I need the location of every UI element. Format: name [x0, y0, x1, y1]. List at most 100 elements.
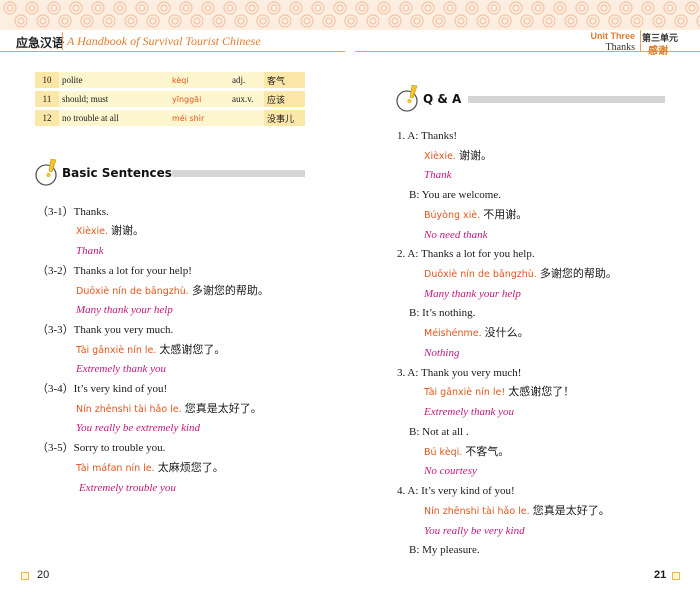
dialogue-line: B: My pleasure. [409, 543, 480, 557]
speaker-label: 1. A: [397, 130, 419, 142]
dialogue-text: It’s nothing. [422, 307, 476, 319]
speaker-label: 4. A: [397, 485, 419, 497]
qa-heading: Q & A [396, 84, 666, 114]
dialogue-text: Thanks! [420, 130, 458, 142]
dialogue-literal-translation: You really be very kind [424, 525, 525, 537]
speaker-label: 3. A: [397, 367, 419, 379]
dialogue-text: Not at all . [422, 426, 469, 438]
sentence-text: It’s very kind of you! [73, 383, 168, 395]
dialogue-literal-translation: Extremely thank you [424, 406, 514, 418]
pinyin-text: Nín zhēnshi tài hǎo le. [424, 506, 530, 517]
sentence-text: Thanks a lot for your help! [73, 265, 192, 277]
pinyin-text: Duōxiè nín de bāngzhù. [76, 286, 189, 297]
dialogue-text: You are welcome. [421, 189, 501, 201]
dialogue-text: Thanks a lot for you help. [420, 248, 535, 260]
chinese-text: 不客气。 [465, 445, 510, 458]
chinese-text: 不用谢。 [483, 208, 528, 221]
page-marker-square [672, 572, 680, 580]
dialogue-literal-translation: Thank [424, 169, 452, 181]
table-row: 10 polite kèqi adj. 客气 [35, 72, 305, 88]
chinese-text: 多谢您的帮助。 [539, 267, 617, 280]
book-title-chinese: 应急汉语 [16, 36, 65, 50]
dialogue-literal-translation: No courtesy [424, 465, 477, 477]
chinese-text: 谢谢。 [458, 149, 492, 162]
vocab-meaning: polite [59, 72, 169, 88]
speaker-label: B: [409, 426, 420, 438]
decorative-cloud-pattern [0, 0, 700, 30]
vocab-pinyin: yīnggāi [169, 91, 229, 107]
sentence-text: Thanks. [73, 206, 109, 218]
topic-chinese: 感谢 [648, 46, 668, 57]
section-title: Basic Sentences: [62, 166, 177, 180]
sentence-text: Thank you very much. [73, 324, 174, 336]
vocab-number: 11 [35, 91, 59, 107]
dialogue-pinyin: Bú kèqi. 不客气。 [424, 445, 509, 460]
sentence-number: （3-1） [37, 206, 74, 218]
vocab-meaning: no trouble at all [59, 110, 169, 126]
vocab-pinyin: kèqi [169, 72, 229, 88]
vocab-number: 12 [35, 110, 59, 126]
chinese-text: 多谢您的帮助。 [191, 284, 269, 297]
sentence-text: Sorry to trouble you. [73, 442, 166, 454]
sentence-number: （3-2） [37, 265, 74, 277]
vocab-chinese: 没事儿 [264, 110, 305, 126]
unit-label-english: Unit Three [590, 31, 635, 41]
vocabulary-table: 10 polite kèqi adj. 客气 11 should; must y… [35, 69, 305, 129]
dialogue-pinyin: Tài gǎnxiè nín le! 太感谢您了！ [424, 385, 574, 400]
chinese-text: 太感谢您了！ [508, 385, 575, 398]
dialogue-text: My pleasure. [422, 544, 480, 556]
sentence-literal-translation: You really be extremely kind [76, 422, 201, 434]
pinyin-text: Nín zhēnshi tài hǎo le. [76, 404, 182, 415]
sentence-pinyin: Duōxiè nín de bāngzhù. 多谢您的帮助。 [76, 284, 269, 299]
chinese-text: 没什么。 [484, 326, 529, 339]
exclamation-bulb-icon [396, 84, 418, 112]
sentence-literal-translation: Extremely thank you [76, 363, 166, 375]
sentence-literal-translation: Thank [76, 245, 104, 257]
dialogue-pinyin: Nín zhēnshi tài hǎo le. 您真是太好了。 [424, 504, 610, 519]
page-number-right: 21 [654, 569, 667, 581]
dialogue-literal-translation: Many thank your help [424, 288, 521, 300]
section-title: Q & A [423, 92, 462, 106]
vocab-chinese: 客气 [264, 72, 305, 88]
sentence-english: （3-1）Thanks. [37, 205, 109, 219]
chinese-text: 您真是太好了。 [184, 402, 262, 415]
dialogue-line: 3. A: Thank you very much! [397, 366, 521, 380]
sentence-pinyin: Tài máfan nín le. 太麻烦您了。 [76, 461, 224, 476]
sentence-pinyin: Tài gǎnxiè nín le. 太感谢您了。 [76, 343, 225, 358]
pinyin-text: Méishénme. [424, 328, 482, 339]
sentence-literal-translation: Many thank your help [76, 304, 173, 316]
chinese-text: 太麻烦您了。 [157, 461, 224, 474]
vocab-part-of-speech: aux.v. [229, 91, 264, 107]
chinese-text: 您真是太好了。 [532, 504, 610, 517]
dialogue-line: B: Not at all . [409, 425, 469, 439]
dialogue-text: It’s very kind of you! [421, 485, 515, 497]
table-row: 12 no trouble at all méi shìr 没事儿 [35, 110, 305, 126]
pinyin-text: Xièxie. [424, 151, 456, 162]
topic-english: Thanks [605, 42, 635, 53]
pinyin-text: Bú kèqi. [424, 447, 463, 458]
sentence-english: （3-2）Thanks a lot for your help! [37, 264, 192, 278]
sentence-english: （3-3）Thank you very much. [37, 323, 173, 337]
pinyin-text: Tài máfan nín le. [76, 463, 155, 474]
dialogue-text: Thank you very much! [420, 367, 522, 379]
dialogue-pinyin: Duōxiè nín de bāngzhù. 多谢您的帮助。 [424, 267, 617, 282]
dialogue-pinyin: Búyòng xiè. 不用谢。 [424, 208, 527, 223]
sentence-english: （3-4）It’s very kind of you! [37, 382, 167, 396]
sentence-number: （3-5） [37, 442, 74, 454]
dialogue-line: B: It’s nothing. [409, 306, 475, 320]
book-title-english: A Handbook of Survival Tourist Chinese [67, 34, 261, 48]
dialogue-literal-translation: No need thank [424, 229, 488, 241]
speaker-label: B: [409, 189, 420, 201]
dialogue-line: B: You are welcome. [409, 188, 501, 202]
chinese-text: 太感谢您了。 [159, 343, 226, 356]
sentence-english: （3-5）Sorry to trouble you. [37, 441, 165, 455]
dialogue-line: 2. A: Thanks a lot for you help. [397, 247, 535, 261]
speaker-label: B: [409, 544, 420, 556]
vocab-chinese: 应该 [264, 91, 305, 107]
dialogue-line: 4. A: It’s very kind of you! [397, 484, 515, 498]
pinyin-text: Tài gǎnxiè nín le. [76, 345, 157, 356]
table-row: 11 should; must yīnggāi aux.v. 应该 [35, 91, 305, 107]
sentence-pinyin: Xièxie. 谢谢。 [76, 224, 144, 239]
speaker-label: B: [409, 307, 420, 319]
pinyin-text: Xièxie. [76, 226, 108, 237]
